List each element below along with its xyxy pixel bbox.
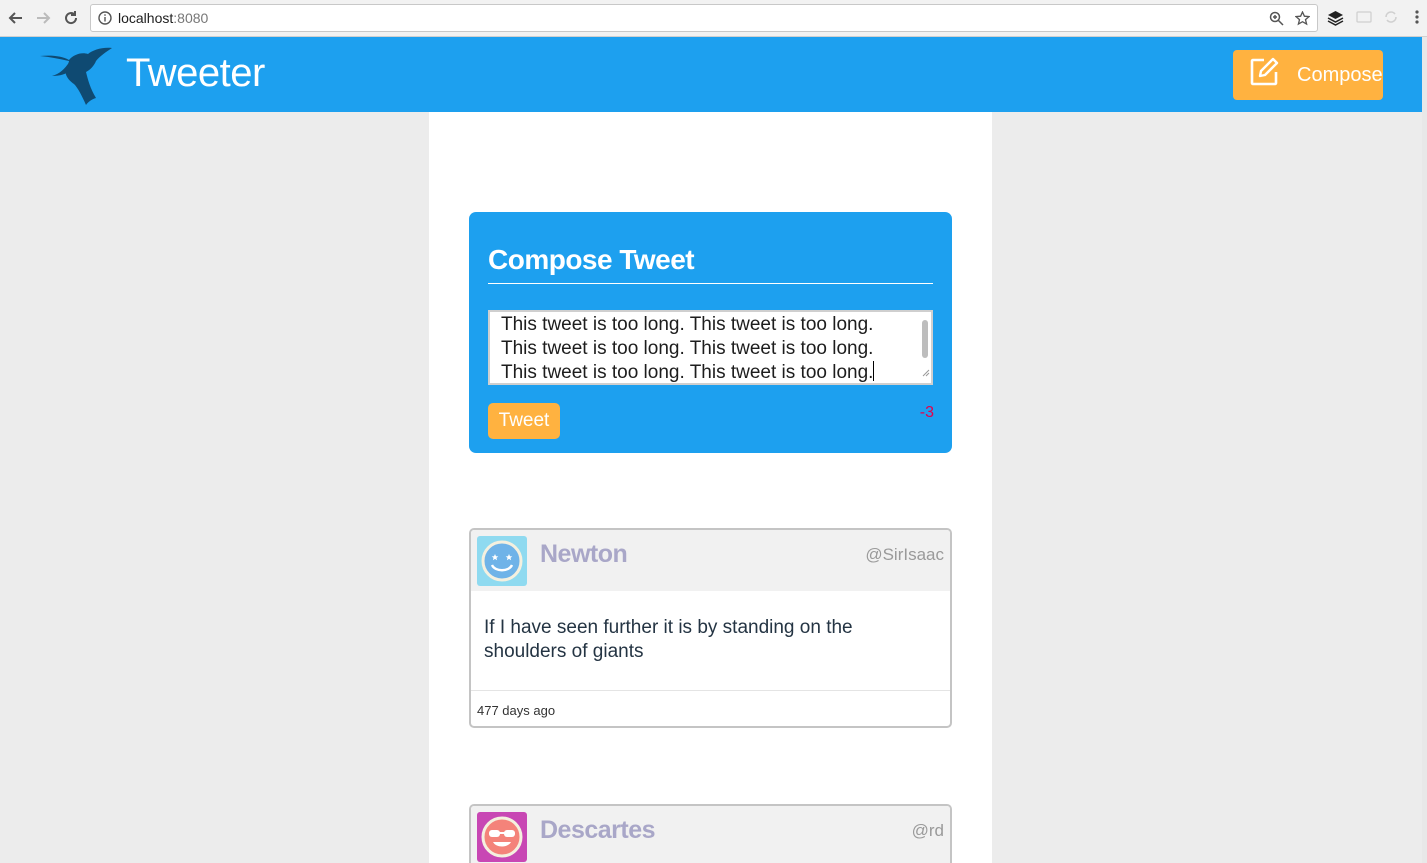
tweet-timestamp: 477 days ago: [477, 703, 556, 718]
hummingbird-logo-icon: [38, 44, 114, 111]
compose-button[interactable]: Compose: [1233, 50, 1383, 100]
tweet-text: This tweet is too long. This tweet is to…: [501, 314, 874, 383]
avatar: [477, 812, 527, 862]
tweet-header: Newton @SirIsaac: [471, 530, 950, 591]
app-title: Tweeter: [126, 51, 265, 95]
tweet-author-handle: @rd: [911, 821, 944, 840]
info-icon[interactable]: [98, 11, 112, 30]
layers-extension-icon[interactable]: [1327, 9, 1344, 31]
tweet-divider: [471, 690, 950, 691]
tweet-header: Descartes @rd: [471, 806, 950, 863]
tweet-content: If I have seen further it is by standing…: [484, 617, 853, 662]
browser-toolbar: localhost:8080: [0, 0, 1427, 37]
zoom-icon[interactable]: [1269, 11, 1284, 31]
avatar: [477, 536, 527, 586]
tweet-author-name: Descartes: [540, 816, 656, 844]
tweet-author-name: Newton: [540, 540, 628, 568]
reload-icon[interactable]: [61, 8, 81, 28]
text-caret: [873, 361, 875, 381]
resize-handle-icon[interactable]: [921, 364, 930, 382]
edit-icon: [1249, 57, 1279, 93]
compose-divider: [488, 283, 933, 284]
tweet-card: Newton @SirIsaac If I have seen further …: [469, 528, 952, 728]
compose-tweet-panel: Compose Tweet This tweet is too long. Th…: [469, 212, 952, 453]
tweet-author-handle: @SirIsaac: [865, 545, 944, 564]
sync-extension-icon[interactable]: [1383, 9, 1399, 30]
address-bar[interactable]: localhost:8080: [90, 4, 1318, 32]
url-port: :8080: [173, 10, 209, 26]
back-icon[interactable]: [6, 8, 26, 28]
url-host: localhost: [118, 10, 174, 26]
textarea-scrollbar[interactable]: [922, 320, 928, 358]
tweet-textarea[interactable]: This tweet is too long. This tweet is to…: [488, 310, 933, 385]
menu-icon[interactable]: [1414, 9, 1420, 30]
compose-button-label: Compose: [1297, 63, 1383, 86]
compose-title: Compose Tweet: [488, 244, 695, 275]
url-text: localhost:8080: [118, 10, 208, 26]
cast-extension-icon[interactable]: [1356, 9, 1372, 30]
star-icon[interactable]: [1294, 10, 1311, 31]
character-counter: -3: [919, 404, 934, 421]
tweet-button[interactable]: Tweet: [488, 403, 560, 439]
forward-icon[interactable]: [33, 8, 53, 28]
app-header: Tweeter Compose: [0, 37, 1422, 112]
tweet-card: Descartes @rd: [469, 804, 952, 863]
main-column: Compose Tweet This tweet is too long. Th…: [429, 112, 992, 863]
page-scrollbar[interactable]: [1422, 37, 1427, 863]
